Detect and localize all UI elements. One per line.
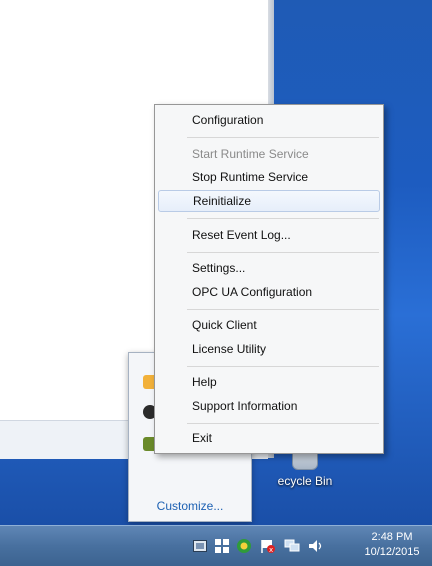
menu-item-reinitialize[interactable]: Reinitialize <box>158 190 380 212</box>
menu-separator <box>187 252 379 253</box>
context-menu: Configuration Start Runtime Service Stop… <box>154 104 384 454</box>
taskbar-clock[interactable]: 2:48 PM 10/12/2015 <box>358 530 426 560</box>
menu-separator <box>187 423 379 424</box>
customize-link[interactable]: Customize... <box>129 499 251 513</box>
menu-separator <box>187 218 379 219</box>
clock-date: 10/12/2015 <box>364 546 420 558</box>
windows-icon[interactable] <box>214 538 230 554</box>
runtime-icon[interactable] <box>236 538 252 554</box>
menu-item-start-runtime-service: Start Runtime Service <box>192 147 309 161</box>
menu-separator <box>187 137 379 138</box>
flag-icon[interactable]: x <box>260 538 276 554</box>
menu-separator <box>187 366 379 367</box>
recycle-bin-label: ecycle Bin <box>277 474 333 488</box>
menu-item-configuration[interactable]: Configuration <box>158 109 380 131</box>
menu-item-license-utility[interactable]: License Utility <box>158 338 380 360</box>
menu-item-quick-client[interactable]: Quick Client <box>158 314 380 336</box>
svg-text:x: x <box>269 546 273 554</box>
menu-separator <box>187 309 379 310</box>
speaker-icon[interactable] <box>308 538 324 554</box>
show-desktop-icon[interactable] <box>192 538 208 554</box>
menu-item-settings[interactable]: Settings... <box>158 257 380 279</box>
network-icon[interactable] <box>284 538 300 554</box>
taskbar: x 2:48 PM 10/12/2015 <box>0 525 432 566</box>
menu-item-stop-runtime-service[interactable]: Stop Runtime Service <box>158 166 380 188</box>
menu-item-help[interactable]: Help <box>158 371 380 393</box>
menu-item-opc-ua-configuration[interactable]: OPC UA Configuration <box>158 281 380 303</box>
clock-time: 2:48 PM <box>371 531 413 543</box>
menu-item-reset-event-log[interactable]: Reset Event Log... <box>158 224 380 246</box>
menu-item-support-information[interactable]: Support Information <box>158 395 380 417</box>
menu-item-exit[interactable]: Exit <box>158 427 380 449</box>
